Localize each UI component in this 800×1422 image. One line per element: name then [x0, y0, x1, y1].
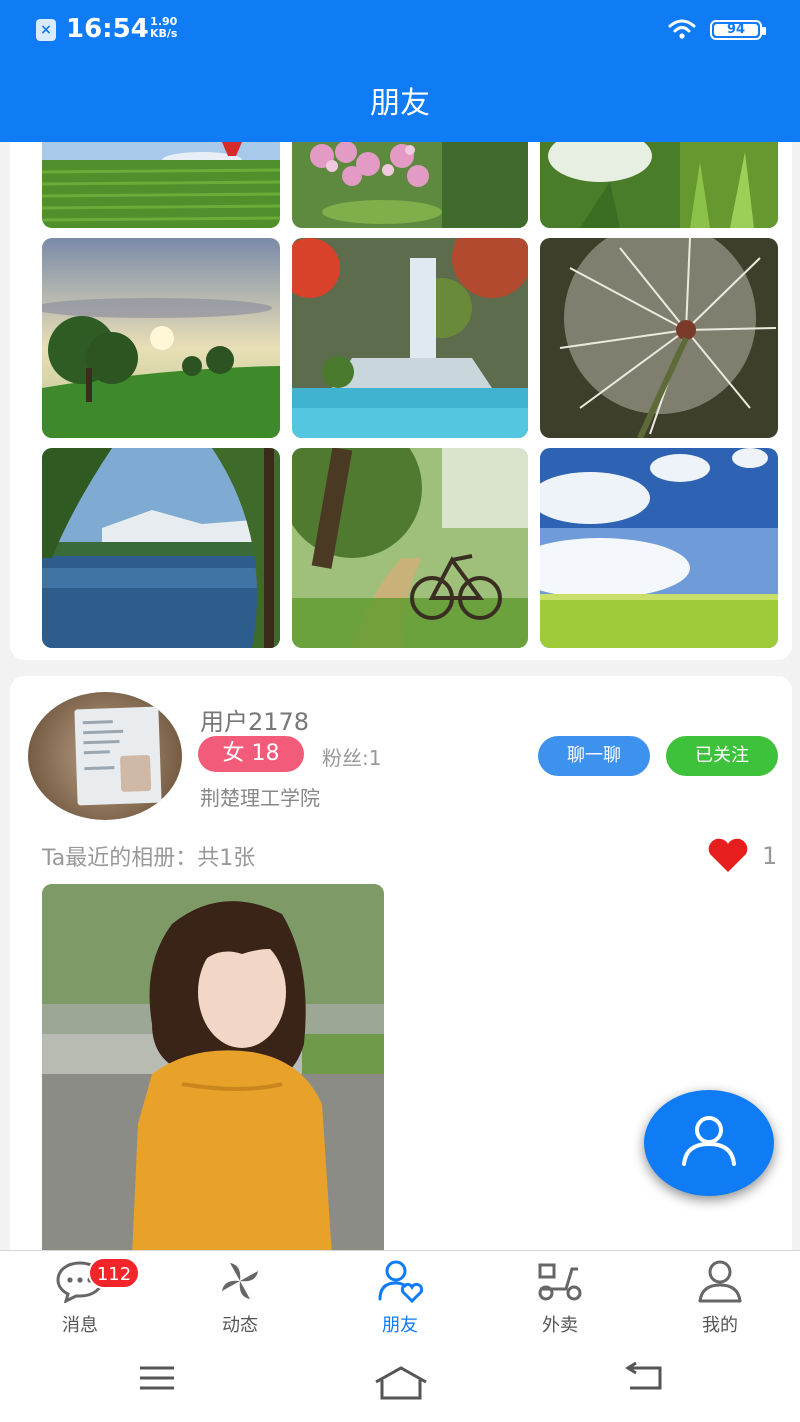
- nav-item-moments[interactable]: 动态: [160, 1251, 320, 1347]
- school-name: 荆楚理工学院: [200, 786, 320, 810]
- nav-item-friends[interactable]: 朋友: [320, 1251, 480, 1347]
- gallery-photo-dandelion[interactable]: [540, 238, 778, 438]
- person-icon: [698, 1260, 742, 1303]
- network-speed-unit: KB/s: [150, 27, 178, 40]
- unread-badge: 112: [88, 1257, 140, 1289]
- top-bar: × 16:54 1.90 KB/s 94 朋友: [0, 0, 800, 142]
- nav-label: 消息: [62, 1315, 98, 1336]
- pinwheel-icon: [222, 1263, 258, 1299]
- battery-icon: 94: [710, 20, 766, 40]
- username: 用户2178: [200, 708, 310, 736]
- gallery-photo-waterfall[interactable]: [292, 238, 528, 438]
- follow-button[interactable]: 已关注: [666, 736, 778, 776]
- gallery-photo-white-tulip[interactable]: [540, 142, 778, 228]
- album-label: Ta最近的相册：共1张: [42, 846, 256, 871]
- nav-item-takeout[interactable]: 外卖: [480, 1251, 640, 1347]
- likes-count: 1: [762, 842, 778, 870]
- nav-label: 我的: [702, 1315, 738, 1336]
- system-nav-bar: [0, 1346, 800, 1422]
- status-bar: × 16:54 1.90 KB/s 94: [0, 0, 800, 62]
- gallery-photo-field-balloon[interactable]: [42, 142, 280, 228]
- chat-button[interactable]: 聊一聊: [538, 736, 650, 776]
- gender-age-badge: 女 18: [198, 736, 304, 772]
- gallery-photo-lake-mountains[interactable]: [42, 448, 280, 648]
- network-speed: 1.90 KB/s: [150, 16, 177, 40]
- scooter-icon: [538, 1263, 582, 1301]
- wifi-icon: [668, 19, 696, 39]
- gallery-photo-sky-meadow[interactable]: [540, 448, 778, 648]
- fans-count: 粉丝:1: [322, 746, 382, 770]
- nav-label: 动态: [222, 1315, 258, 1336]
- gallery-photo-bicycle-path[interactable]: [292, 448, 528, 648]
- page-title: 朋友: [370, 86, 430, 121]
- friend-heart-icon: [378, 1260, 424, 1303]
- battery-level: 94: [714, 23, 758, 36]
- gallery-photo-pink-flowers[interactable]: [292, 142, 528, 228]
- gallery-photo-tree-sunset[interactable]: [42, 238, 280, 438]
- status-time: 16:54: [66, 14, 149, 44]
- sim-icon: ×: [36, 19, 56, 41]
- back-icon[interactable]: [624, 1362, 664, 1392]
- heart-icon[interactable]: [706, 838, 750, 874]
- profile-fab-button[interactable]: [644, 1090, 774, 1196]
- album-photo[interactable]: [42, 884, 384, 1256]
- user-avatar[interactable]: [28, 692, 182, 820]
- menu-icon[interactable]: [138, 1362, 176, 1392]
- nav-label: 朋友: [382, 1315, 418, 1336]
- bottom-nav: 112 消息 动态 朋友 外卖 我的: [0, 1250, 800, 1346]
- nav-label: 外卖: [542, 1315, 578, 1336]
- nav-item-me[interactable]: 我的: [640, 1251, 800, 1347]
- gallery-card: [10, 142, 792, 660]
- nav-item-messages[interactable]: 112 消息: [0, 1251, 160, 1347]
- person-icon: [682, 1116, 736, 1166]
- home-icon[interactable]: [374, 1366, 428, 1400]
